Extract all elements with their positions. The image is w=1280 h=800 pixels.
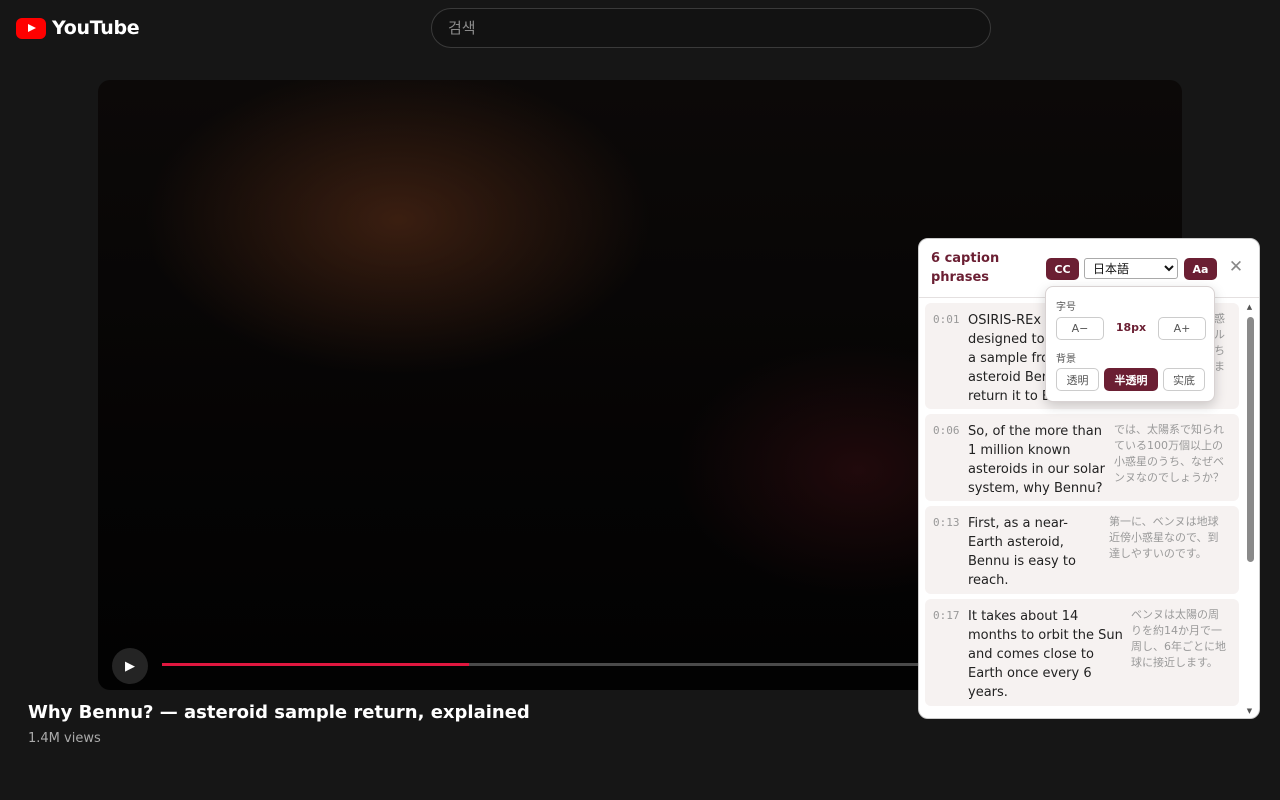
caption-text-en: So, of the more than 1 million known ast… — [968, 424, 1105, 496]
bg-solid-button[interactable]: 实底 — [1163, 368, 1205, 391]
caption-timestamp[interactable]: 0:01 — [933, 313, 960, 326]
caption-panel-title: 6 caption phrases — [931, 251, 1000, 285]
scrollbar-thumb[interactable] — [1247, 317, 1254, 562]
decrease-font-button[interactable]: A− — [1056, 317, 1104, 340]
caption-text-en: It takes about 14 months to orbit the Su… — [968, 609, 1123, 700]
cc-toggle-button[interactable]: CC — [1046, 258, 1079, 280]
play-icon: ▶ — [125, 658, 135, 674]
youtube-logo[interactable]: YouTube — [16, 17, 140, 39]
caption-text-ja: 第一に、ベンヌは地球 近傍小惑星なので、到 達しやすいのです。 — [1109, 515, 1219, 560]
video-title: Why Bennu? — asteroid sample return, exp… — [28, 702, 530, 723]
close-icon[interactable]: ✕ — [1227, 256, 1245, 278]
caption-style-button[interactable]: Aa — [1184, 258, 1217, 280]
caption-style-popover: 字号 A− 18px A+ 背景 透明 半透明 实底 — [1045, 286, 1215, 402]
youtube-play-logo-icon — [16, 17, 46, 39]
progress-fill — [162, 663, 469, 666]
caption-item[interactable]: 0:17 It takes about 14 months to orbit t… — [925, 599, 1239, 706]
search-input[interactable] — [431, 8, 991, 48]
caption-text-ja: ベンヌは太陽の周 りを約14か月で一 周し、6年ごとに地 球に接近します。 — [1131, 608, 1226, 669]
font-size-label: 字号 — [1056, 302, 1076, 313]
caption-timestamp[interactable]: 0:17 — [933, 609, 960, 622]
language-select[interactable]: 日本語 — [1084, 258, 1178, 279]
bg-transparent-button[interactable]: 透明 — [1056, 368, 1099, 391]
scroll-down-arrow-icon[interactable]: ▼ — [1245, 707, 1254, 715]
logo-text: YouTube — [52, 17, 140, 39]
view-count: 1.4M views — [28, 731, 101, 746]
scroll-up-arrow-icon[interactable]: ▲ — [1245, 303, 1254, 311]
caption-scrollbar[interactable]: ▲ ▼ — [1245, 303, 1254, 715]
caption-timestamp[interactable]: 0:13 — [933, 516, 960, 529]
caption-item[interactable]: 0:06 So, of the more than 1 million know… — [925, 414, 1239, 501]
caption-text-en: OSIRIS-REx designed to a sample fro aste… — [968, 313, 1051, 404]
caption-text-ja: では、太陽系で知られ ている100万個以上の 小惑星のうち、なぜベ ンヌなのでし… — [1114, 423, 1224, 484]
caption-item[interactable]: 0:13 First, as a near- Earth asteroid, B… — [925, 506, 1239, 594]
increase-font-button[interactable]: A+ — [1158, 317, 1206, 340]
font-size-value: 18px — [1115, 321, 1147, 334]
caption-text-en: First, as a near- Earth asteroid, Bennu … — [968, 516, 1076, 588]
background-label: 背景 — [1056, 354, 1076, 365]
caption-text-ja: 惑 ル ち ま — [1214, 312, 1225, 373]
bg-semitransparent-button[interactable]: 半透明 — [1104, 368, 1158, 391]
play-button[interactable]: ▶ — [112, 648, 148, 684]
caption-timestamp[interactable]: 0:06 — [933, 424, 960, 437]
